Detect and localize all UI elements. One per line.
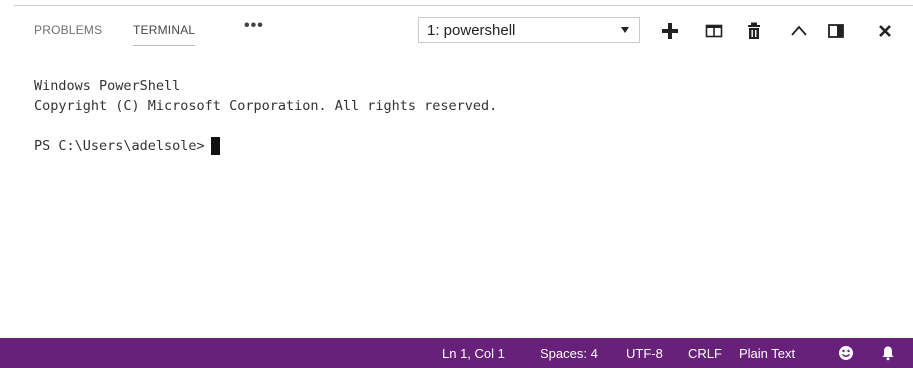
chevron-up-icon[interactable] xyxy=(789,21,809,41)
split-icon[interactable] xyxy=(704,21,724,41)
maximize-panel-icon[interactable] xyxy=(826,21,846,41)
terminal-cursor xyxy=(210,137,220,155)
tab-terminal[interactable]: TERMINAL xyxy=(133,23,196,46)
terminal-prompt: PS C:\Users\adelsole> xyxy=(34,138,205,154)
status-language-mode[interactable]: Plain Text xyxy=(739,346,795,361)
close-icon[interactable] xyxy=(875,21,895,41)
terminal-prompt-line[interactable]: PS C:\Users\adelsole> xyxy=(34,136,893,156)
trash-icon[interactable] xyxy=(744,21,764,41)
smiley-icon[interactable] xyxy=(838,345,854,361)
status-cursor-position[interactable]: Ln 1, Col 1 xyxy=(442,346,505,361)
status-encoding[interactable]: UTF-8 xyxy=(626,346,663,361)
terminal-select-value: 1: powershell xyxy=(427,22,516,39)
dropdown-arrow-icon xyxy=(621,27,629,33)
terminal-line: Windows PowerShell xyxy=(34,78,181,94)
plus-icon[interactable] xyxy=(660,21,680,41)
more-actions-button[interactable]: ••• xyxy=(244,17,264,35)
terminal-line: Copyright (C) Microsoft Corporation. All… xyxy=(34,98,498,114)
terminal-output[interactable]: Windows PowerShell Copyright (C) Microso… xyxy=(34,76,893,156)
status-line-ending[interactable]: CRLF xyxy=(688,346,722,361)
status-indentation[interactable]: Spaces: 4 xyxy=(540,346,598,361)
panel-header: PROBLEMS TERMINAL ••• 1: powershell xyxy=(0,6,913,52)
tab-problems[interactable]: PROBLEMS xyxy=(34,23,102,37)
bell-icon[interactable] xyxy=(880,345,896,361)
status-bar: Ln 1, Col 1 Spaces: 4 UTF-8 CRLF Plain T… xyxy=(0,338,913,368)
terminal-select-dropdown[interactable]: 1: powershell xyxy=(418,17,640,43)
